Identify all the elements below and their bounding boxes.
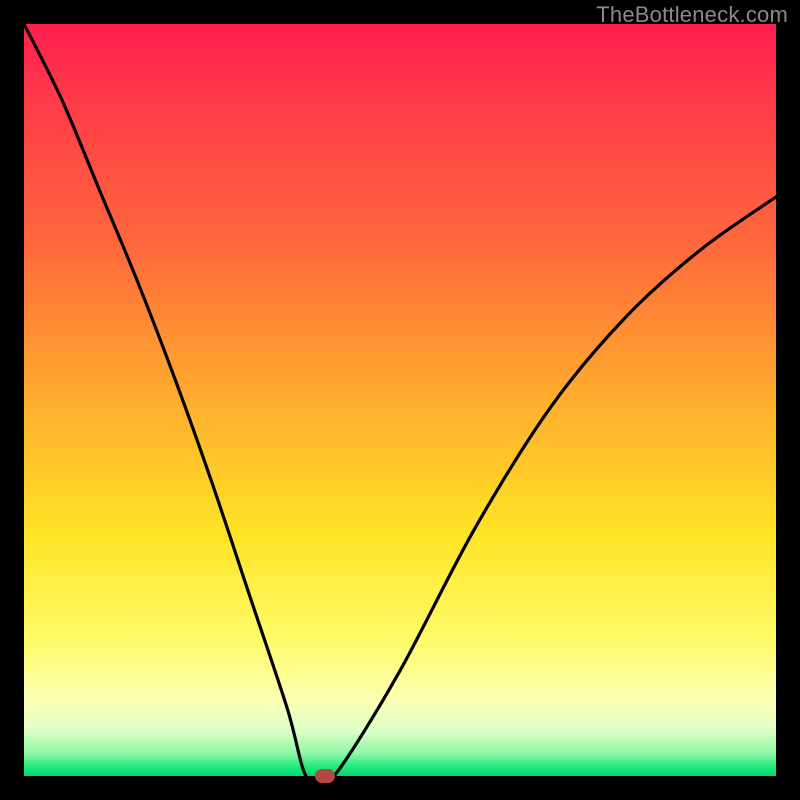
bottleneck-curve: [24, 24, 776, 776]
chart-stage: TheBottleneck.com: [0, 0, 800, 800]
marker-dot: [315, 769, 335, 783]
plot-area: [24, 24, 776, 776]
curve-path: [24, 24, 776, 776]
